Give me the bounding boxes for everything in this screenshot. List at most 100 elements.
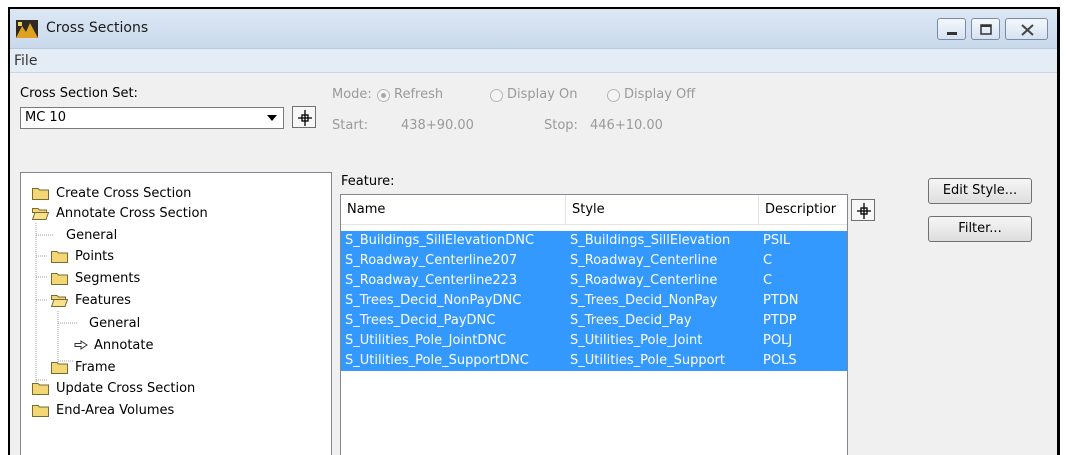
cell-description: PTDN	[763, 293, 799, 308]
cell-style: S_Buildings_SillElevation	[570, 233, 731, 248]
tree-item-frame[interactable]: Frame	[51, 357, 116, 377]
navigation-tree: Create Cross Section Annotate Cross Sect…	[20, 172, 332, 455]
cross-section-set-value: MC 10	[25, 110, 66, 125]
tree-item-segments[interactable]: Segments	[51, 268, 140, 288]
mode-display-on-label: Display On	[507, 87, 578, 102]
tree-item-label: General	[89, 315, 141, 331]
title-bar: Cross Sections	[10, 9, 1057, 49]
menu-bar: File	[10, 49, 1057, 73]
folder-closed-icon	[32, 382, 49, 395]
tree-item-points[interactable]: Points	[51, 246, 114, 266]
tree-item-end-area-volumes[interactable]: End-Area Volumes	[32, 400, 174, 420]
cross-section-set-select[interactable]: MC 10	[20, 107, 284, 129]
restore-icon	[980, 24, 992, 35]
table-row[interactable]: S_Trees_Decid_PayDNC S_Trees_Decid_Pay P…	[341, 311, 847, 331]
cell-style: S_Utilities_Pole_Support	[570, 353, 726, 368]
column-header-name[interactable]: Name	[341, 195, 566, 225]
table-row[interactable]: S_Trees_Decid_NonPayDNC S_Trees_Decid_No…	[341, 291, 847, 311]
cell-description: PTDP	[763, 313, 797, 328]
chevron-down-icon	[267, 115, 277, 121]
table-row[interactable]: S_Utilities_Pole_SupportDNC S_Utilities_…	[341, 351, 847, 371]
menu-file[interactable]: File	[14, 53, 37, 69]
filter-button[interactable]: Filter...	[928, 216, 1032, 242]
cell-style: S_Roadway_Centerline	[570, 253, 718, 268]
tree-item-general[interactable]: General	[66, 225, 117, 245]
cell-style: S_Roadway_Centerline	[570, 273, 718, 288]
feature-list-header: Name Style Descriptior	[341, 195, 847, 225]
feature-target-button[interactable]	[851, 199, 875, 221]
tree-item-label: Points	[75, 248, 115, 264]
mode-refresh-label: Refresh	[394, 87, 444, 102]
set-target-button[interactable]	[292, 106, 316, 128]
minimize-icon	[947, 32, 957, 35]
close-icon	[1021, 24, 1034, 36]
cross-sections-window: Cross Sections File Cross Section Set: M…	[8, 7, 1060, 455]
cell-description: POLS	[763, 353, 797, 368]
cell-name: S_Utilities_Pole_JointDNC	[345, 333, 507, 348]
feature-list[interactable]: Name Style Descriptior S_Buildings_SillE…	[340, 194, 848, 455]
tree-item-label: Features	[75, 292, 131, 308]
start-label: Start:	[332, 118, 369, 133]
start-value: 438+90.00	[401, 118, 474, 133]
cell-name: S_Utilities_Pole_SupportDNC	[345, 353, 529, 368]
folder-closed-icon	[51, 250, 68, 263]
mode-display-off-radio[interactable]	[607, 89, 620, 102]
folder-open-icon	[51, 294, 68, 307]
cell-name: S_Roadway_Centerline207	[345, 253, 518, 268]
app-logo-icon	[16, 20, 38, 38]
folder-closed-icon	[51, 361, 68, 374]
tree-item-annotate[interactable]: Annotate	[74, 335, 153, 355]
folder-closed-icon	[32, 404, 49, 417]
tree-item-label: Update Cross Section	[56, 380, 196, 396]
cell-style: S_Trees_Decid_NonPay	[570, 293, 718, 308]
cell-name: S_Roadway_Centerline223	[345, 273, 518, 288]
folder-open-icon	[32, 207, 49, 220]
folder-closed-icon	[51, 272, 68, 285]
tree-item-label: General	[66, 227, 118, 243]
close-button[interactable]	[1005, 18, 1048, 40]
crosshair-icon	[857, 203, 871, 219]
table-row[interactable]: S_Roadway_Centerline223 S_Roadway_Center…	[341, 271, 847, 291]
tree-item-annotate-cross-section[interactable]: Annotate Cross Section	[32, 203, 208, 223]
tree-item-features[interactable]: Features	[51, 290, 131, 310]
column-header-description[interactable]: Descriptior	[759, 195, 847, 225]
tree-item-label: Segments	[75, 270, 141, 286]
feature-label: Feature:	[341, 174, 395, 189]
cell-name: S_Trees_Decid_PayDNC	[345, 313, 496, 328]
cross-section-set-label: Cross Section Set:	[20, 86, 138, 101]
window-title: Cross Sections	[46, 20, 149, 36]
table-row[interactable]: S_Roadway_Centerline207 S_Roadway_Center…	[341, 251, 847, 271]
minimize-button[interactable]	[937, 18, 966, 40]
cell-name: S_Trees_Decid_NonPayDNC	[345, 293, 522, 308]
maximize-button[interactable]	[971, 18, 1000, 40]
cell-style: S_Trees_Decid_Pay	[570, 313, 692, 328]
table-row[interactable]: S_Utilities_Pole_JointDNC S_Utilities_Po…	[341, 331, 847, 351]
mode-label: Mode:	[332, 87, 372, 102]
tree-item-features-general[interactable]: General	[89, 313, 140, 333]
cell-description: C	[763, 273, 773, 288]
arrow-right-icon	[74, 340, 88, 350]
stop-label: Stop:	[544, 118, 578, 133]
stop-value: 446+10.00	[590, 118, 663, 133]
cell-description: POLJ	[763, 333, 793, 348]
mode-refresh-radio[interactable]	[377, 89, 390, 102]
cell-style: S_Utilities_Pole_Joint	[570, 333, 703, 348]
tree-item-label: Create Cross Section	[56, 185, 192, 201]
mode-display-off-label: Display Off	[624, 87, 696, 102]
table-row[interactable]: S_Buildings_SillElevationDNC S_Buildings…	[341, 231, 847, 251]
main-content: Cross Section Set: MC 10 Mode: Refresh D…	[10, 74, 1057, 455]
feature-rows: S_Buildings_SillElevationDNC S_Buildings…	[341, 231, 847, 371]
crosshair-icon	[298, 110, 312, 126]
tree-item-update-cross-section[interactable]: Update Cross Section	[32, 378, 195, 398]
cell-description: PSIL	[763, 233, 791, 248]
cell-description: C	[763, 253, 773, 268]
column-header-style[interactable]: Style	[566, 195, 759, 225]
tree-item-label: Annotate	[94, 337, 154, 353]
tree-item-label: End-Area Volumes	[56, 402, 175, 418]
tree-item-create-cross-section[interactable]: Create Cross Section	[32, 183, 191, 203]
folder-closed-icon	[32, 187, 49, 200]
mode-display-on-radio[interactable]	[490, 89, 503, 102]
tree-item-label: Annotate Cross Section	[56, 205, 208, 221]
edit-style-button[interactable]: Edit Style...	[928, 178, 1032, 204]
cell-name: S_Buildings_SillElevationDNC	[345, 233, 535, 248]
